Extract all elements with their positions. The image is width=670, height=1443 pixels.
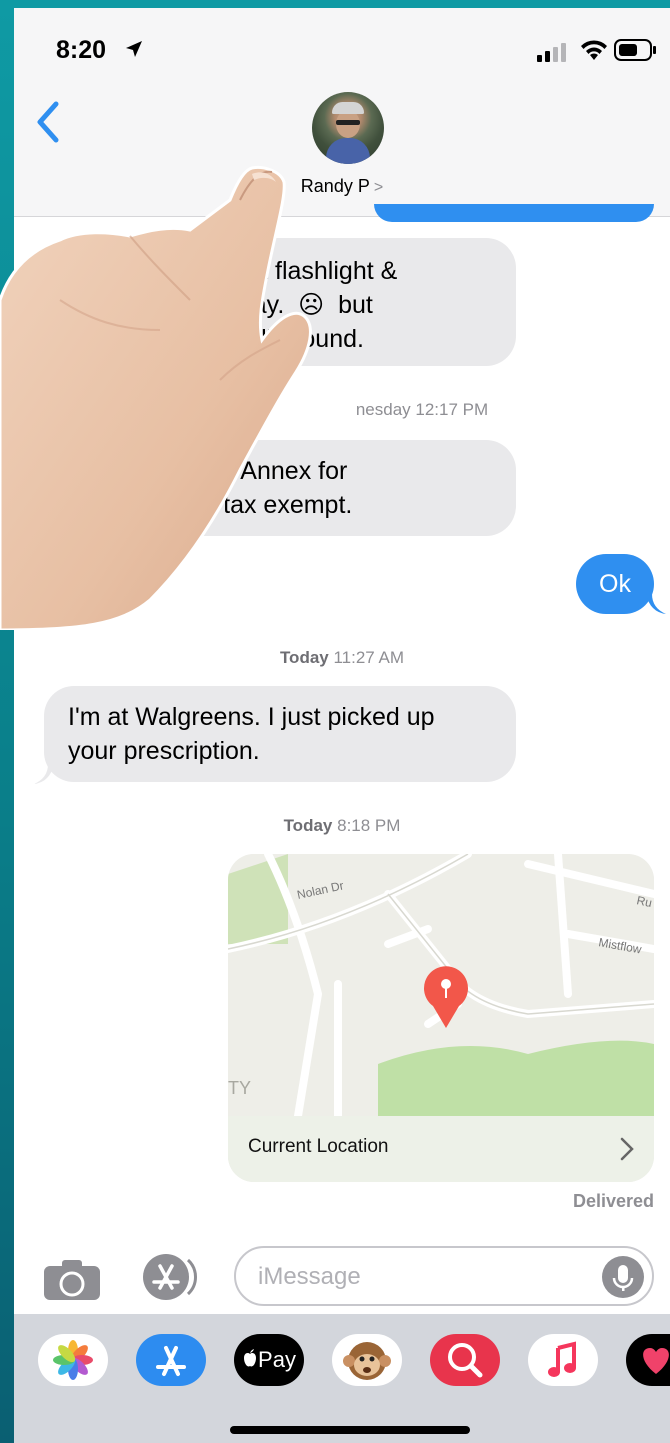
chevron-right-icon: > bbox=[373, 179, 384, 196]
message-line: I'm at Walgreens. I just picked up bbox=[68, 703, 435, 731]
location-map-card[interactable]: Nolan Dr Mistflow Ru TY Current Location bbox=[228, 854, 654, 1182]
microphone-button[interactable] bbox=[602, 1256, 644, 1298]
chevron-right-icon bbox=[620, 1137, 634, 1161]
message-text: Ok bbox=[599, 570, 631, 598]
cell-signal-icon bbox=[537, 43, 566, 62]
camera-icon[interactable] bbox=[42, 1258, 102, 1302]
current-location-label: Current Location bbox=[248, 1136, 389, 1157]
apple-pay-app-icon[interactable]: Pay bbox=[234, 1334, 304, 1386]
app-store-icon[interactable] bbox=[136, 1252, 202, 1302]
delivered-status: Delivered bbox=[572, 1191, 654, 1211]
bubble-tail bbox=[646, 594, 666, 614]
message-input-field[interactable]: iMessage bbox=[234, 1246, 654, 1306]
music-app-icon[interactable] bbox=[528, 1334, 598, 1386]
input-row: iMessage bbox=[14, 1238, 670, 1318]
timestamp: Today 11:27 AM bbox=[14, 648, 670, 668]
timestamp-time: 8:18 PM bbox=[337, 816, 401, 835]
photos-app-icon[interactable] bbox=[38, 1334, 108, 1386]
digital-touch-app-icon[interactable] bbox=[626, 1334, 670, 1386]
microphone-icon bbox=[612, 1265, 634, 1291]
pointing-hand-overlay bbox=[0, 166, 312, 630]
timestamp-time: nesday 12:17 PM bbox=[355, 400, 489, 419]
apple-logo-icon bbox=[244, 1349, 257, 1367]
message-bubble-incoming: I'm at Walgreens. I just picked up your … bbox=[44, 686, 516, 782]
battery-icon bbox=[614, 39, 656, 61]
app-store-app-icon[interactable] bbox=[136, 1334, 206, 1386]
timestamp-day: Today bbox=[279, 648, 329, 667]
street-label: TY bbox=[228, 1078, 251, 1098]
timestamp-time: 11:27 AM bbox=[333, 648, 405, 667]
wifi-icon bbox=[581, 40, 607, 60]
home-indicator bbox=[230, 1426, 470, 1434]
timestamp: Today 8:18 PM bbox=[14, 816, 670, 836]
imessage-app-drawer: Pay bbox=[14, 1314, 670, 1443]
message-bubble-outgoing: Ok bbox=[576, 554, 654, 614]
message-input-placeholder: iMessage bbox=[258, 1263, 361, 1290]
bubble-tail bbox=[34, 764, 54, 784]
apple-pay-label: Pay bbox=[258, 1347, 296, 1372]
web-search-app-icon[interactable] bbox=[430, 1334, 500, 1386]
map-pin-icon bbox=[424, 966, 468, 1028]
animoji-app-icon[interactable] bbox=[332, 1334, 402, 1386]
message-line: your prescription. bbox=[68, 737, 260, 765]
message-bubble-outgoing-partial bbox=[374, 204, 654, 222]
timestamp-day: Today bbox=[283, 816, 333, 835]
map-footer: Current Location bbox=[228, 1116, 654, 1182]
